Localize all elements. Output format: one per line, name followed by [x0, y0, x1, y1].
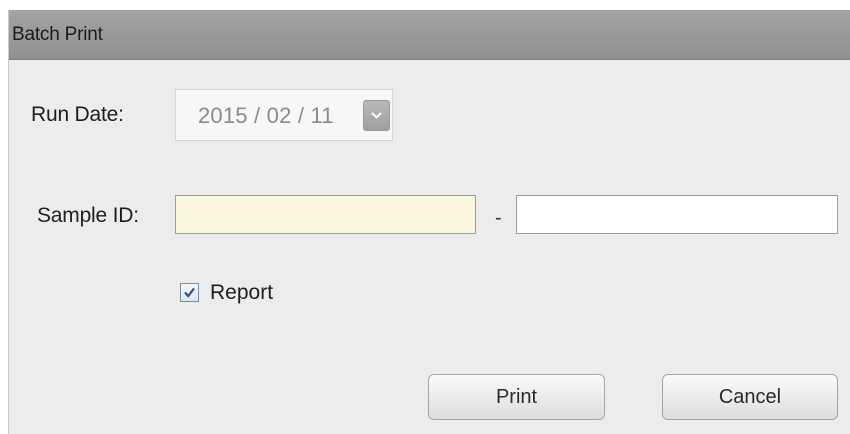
run-date-dropdown-button[interactable]	[363, 100, 390, 131]
sample-id-label: Sample ID:	[37, 204, 139, 227]
run-date-label: Run Date:	[31, 103, 124, 126]
run-date-picker[interactable]: 2015 / 02 / 11	[175, 89, 393, 141]
sample-id-separator: -	[495, 207, 502, 229]
report-checkbox-label[interactable]: Report	[210, 281, 273, 305]
sample-id-to-input[interactable]	[516, 195, 838, 234]
cancel-button[interactable]: Cancel	[662, 374, 838, 420]
sample-id-from-input[interactable]	[175, 195, 476, 234]
dialog-title: Batch Print	[12, 24, 103, 45]
checkmark-icon	[184, 287, 195, 298]
report-checkbox[interactable]	[180, 283, 199, 302]
print-button[interactable]: Print	[428, 374, 605, 420]
chevron-down-icon	[371, 112, 382, 119]
run-date-value[interactable]: 2015 / 02 / 11	[198, 103, 334, 129]
batch-print-dialog: Batch Print Run Date: 2015 / 02 / 11 Sam…	[8, 10, 850, 434]
title-bar[interactable]: Batch Print	[9, 10, 850, 60]
